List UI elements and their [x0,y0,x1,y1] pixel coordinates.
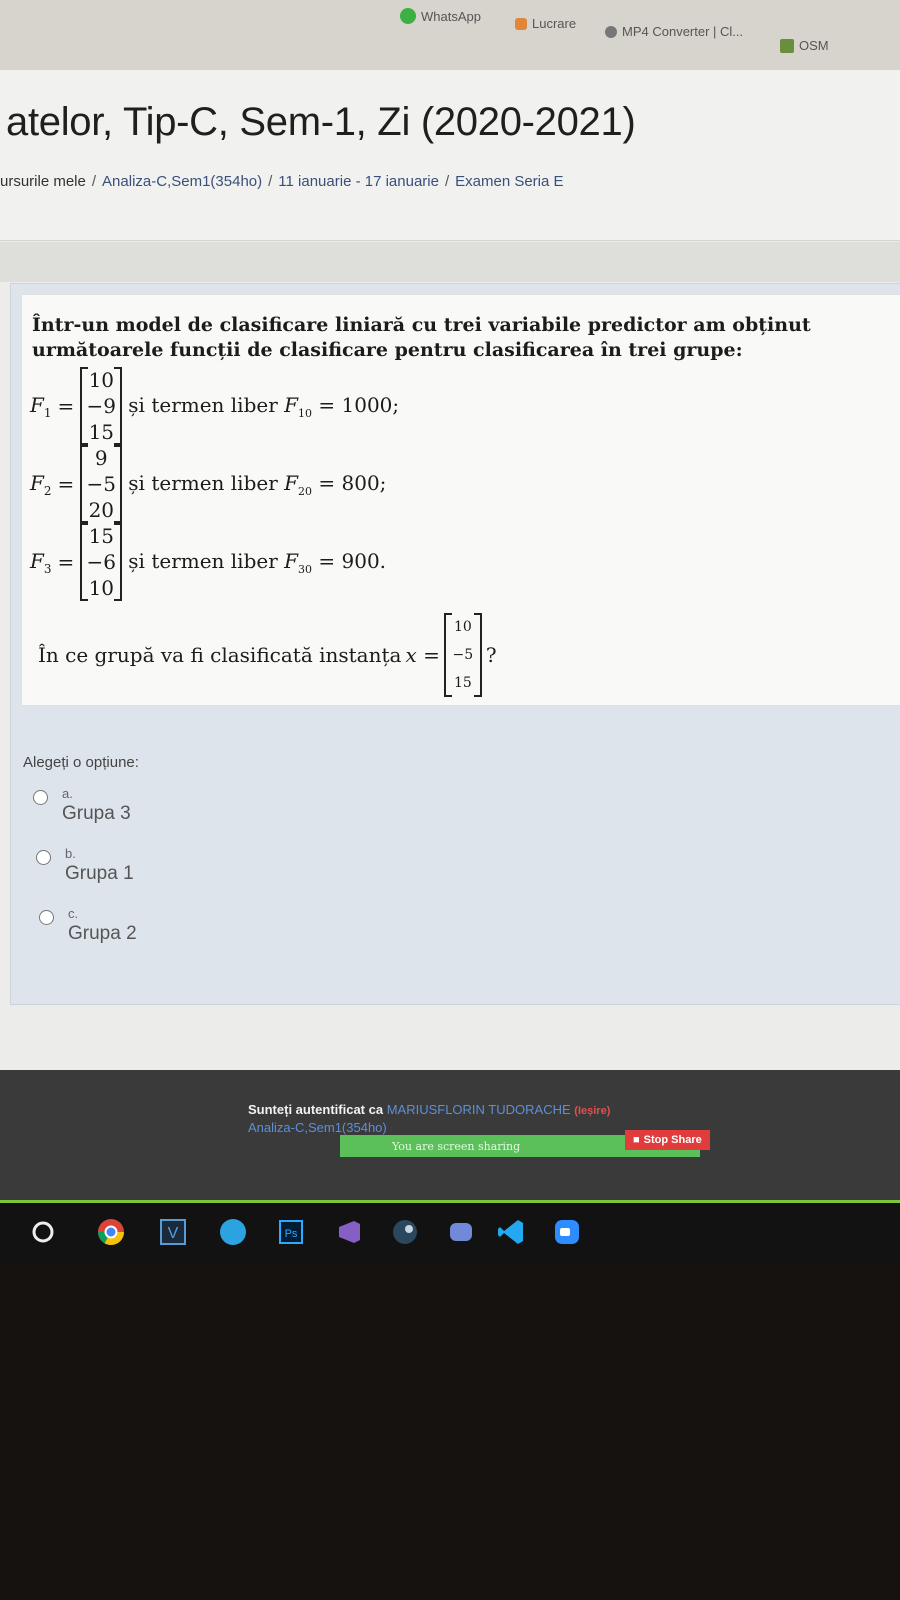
desk-background [0,1262,900,1600]
page-footer: Sunteți autentificat ca MARIUSFLORIN TUD… [0,1070,900,1220]
function-row-1: F1 = 10 −9 15 și termen liber F10 = 1000… [30,367,400,445]
function-row-3: F3 = 15 −6 10 și termen liber F30 = 900. [30,523,387,601]
instance-question: În ce grupă va fi clasificată instanța x… [38,613,497,697]
svg-text:V: V [168,1225,179,1242]
logout-link[interactable]: (Ieșire) [574,1105,610,1117]
option-c-label[interactable]: Grupa 2 [68,923,137,945]
radio-option-b[interactable] [36,850,51,865]
radio-option-c[interactable] [39,910,54,925]
question-stem: Într-un model de clasificare liniară cu … [32,314,811,361]
bookmark-lucrare[interactable]: Lucrare [515,16,576,31]
vector-f2: 9 −5 20 [80,445,123,523]
discord-icon[interactable] [446,1217,476,1247]
option-a-label[interactable]: Grupa 3 [62,803,131,825]
option-b-label[interactable]: Grupa 1 [65,863,134,885]
user-link[interactable]: MARIUSFLORIN TUDORACHE [387,1102,571,1117]
svg-text:Ps: Ps [285,1228,298,1240]
question-text: Într-un model de clasificare liniară cu … [21,294,900,706]
option-a[interactable]: a. Grupa 3 [33,786,131,825]
option-c[interactable]: c. Grupa 2 [39,906,137,945]
osm-icon [780,38,794,53]
whatsapp-icon [400,8,416,24]
doc-icon [515,17,527,30]
function-row-2: F2 = 9 −5 20 și termen liber F20 = 800; [30,445,387,523]
footer-course-link[interactable]: Analiza-C,Sem1(354ho) [248,1120,387,1135]
bookmark-mp4-converter[interactable]: MP4 Converter | Cl... [605,24,743,39]
chrome-icon[interactable] [96,1217,126,1247]
breadcrumb: ursurile mele / Analiza-C,Sem1(354ho) / … [0,173,564,190]
breadcrumb-exam[interactable]: Examen Seria E [455,173,563,190]
radio-option-a[interactable] [33,790,48,805]
instance-vector: 10 −5 15 [443,613,482,697]
windows-taskbar: V Ps [0,1200,900,1265]
breadcrumb-week[interactable]: 11 ianuarie - 17 ianuarie [278,173,439,190]
login-info: Sunteți autentificat ca MARIUSFLORIN TUD… [248,1102,611,1117]
breadcrumb-course[interactable]: Analiza-C,Sem1(354ho) [102,173,262,190]
bookmark-whatsapp[interactable]: WhatsApp [400,8,481,24]
visual-studio-icon[interactable] [334,1217,364,1247]
stop-square-icon: ■ [633,1134,640,1146]
steam-icon[interactable] [390,1217,420,1247]
course-header: atelor, Tip-C, Sem-1, Zi (2020-2021) urs… [0,70,900,241]
vector-v-icon[interactable]: V [158,1217,188,1247]
question-container: Într-un model de clasificare liniară cu … [10,283,900,1005]
option-b[interactable]: b. Grupa 1 [36,846,134,885]
moodle-page: atelor, Tip-C, Sem-1, Zi (2020-2021) urs… [0,70,900,1125]
zoom-icon[interactable] [552,1217,582,1247]
vscode-icon[interactable] [496,1217,526,1247]
breadcrumb-my-courses[interactable]: ursurile mele [0,173,86,190]
vector-f1: 10 −9 15 [80,367,123,445]
converter-icon [605,25,617,38]
page-title: atelor, Tip-C, Sem-1, Zi (2020-2021) [6,100,636,144]
answer-prompt: Alegeți o opțiune: [23,754,139,771]
bookmarks-bar: WhatsApp Lucrare MP4 Converter | Cl... O… [0,0,900,70]
photoshop-icon[interactable]: Ps [276,1217,306,1247]
header-band [0,242,900,282]
start-circle-icon[interactable] [28,1217,58,1247]
stop-share-button[interactable]: ■ Stop Share [625,1130,710,1150]
bookmark-osm[interactable]: OSM [780,38,829,53]
blue-circle-app-icon[interactable] [218,1217,248,1247]
vector-f3: 15 −6 10 [80,523,123,601]
